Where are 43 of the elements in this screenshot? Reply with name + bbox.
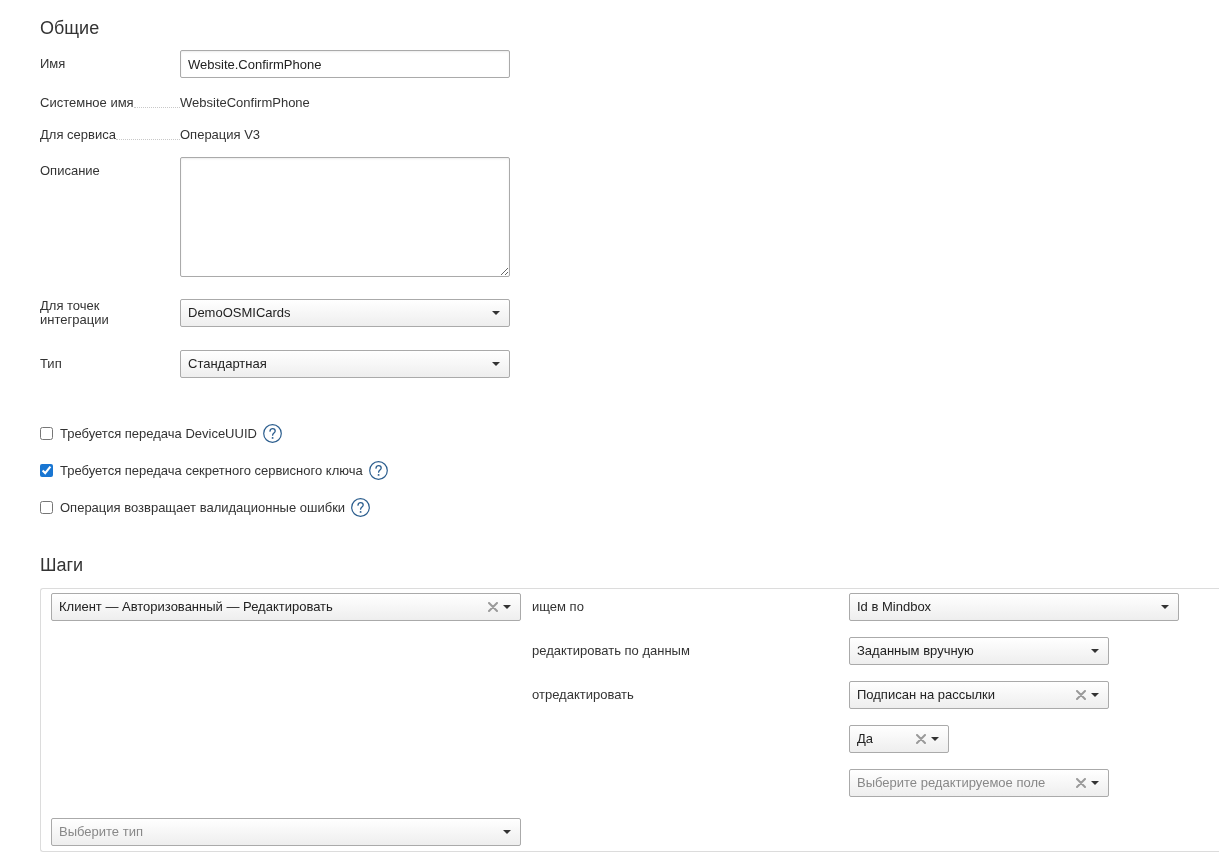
help-icon[interactable] [351, 498, 371, 517]
caret-icon[interactable] [492, 311, 500, 315]
field-label: Для сервиса [40, 126, 116, 144]
field-value: WebsiteConfirmPhone [180, 94, 310, 112]
section-heading: Шаги [40, 554, 84, 576]
caret-icon[interactable] [503, 830, 511, 834]
caret-icon[interactable] [503, 605, 511, 609]
clear-icon[interactable] [1076, 690, 1086, 700]
param-label: ищем по [532, 598, 585, 616]
dropdown[interactable]: Подписан на рассылки [849, 681, 1109, 709]
param-label: отредактировать [532, 686, 635, 704]
field-label: Системное имя [40, 94, 134, 112]
caret-icon[interactable] [1091, 781, 1099, 785]
field-label: Описание [40, 162, 100, 180]
checkbox[interactable] [40, 464, 53, 477]
caret-icon[interactable] [931, 737, 939, 741]
checkbox-label[interactable]: Требуется передача DeviceUUID [60, 423, 257, 444]
field-label: Имя [40, 57, 66, 71]
dropdown[interactable]: DemoOSMICards [180, 299, 510, 327]
help-icon[interactable] [262, 424, 282, 443]
caret-icon[interactable] [492, 362, 500, 366]
checkbox-label[interactable]: Операция возвращает валидационные ошибки [60, 497, 346, 518]
dropdown[interactable]: Id в Mindbox [849, 593, 1179, 621]
dropdown[interactable]: Заданным вручную [849, 637, 1109, 665]
caret-icon[interactable] [1161, 605, 1169, 609]
checkbox-label[interactable]: Требуется передача секретного сервисного ключа [60, 460, 363, 481]
section-heading: Общие [40, 17, 100, 39]
help-icon[interactable] [368, 461, 388, 480]
clear-icon[interactable] [488, 602, 498, 612]
dropdown[interactable]: Да [849, 725, 949, 753]
checkbox[interactable] [40, 427, 53, 440]
caret-icon[interactable] [1091, 649, 1099, 653]
clear-icon[interactable] [1076, 778, 1086, 788]
caret-icon[interactable] [1091, 693, 1099, 697]
field-label: Для точек интеграции [40, 299, 110, 327]
name-input[interactable]: Website.ConfirmPhone [180, 50, 510, 78]
field-value: Операция V3 [180, 126, 261, 144]
clear-icon[interactable] [916, 734, 926, 744]
param-label: редактировать по данным [532, 642, 691, 660]
step-type-dropdown[interactable]: Клиент — Авторизованный — Редактировать [51, 593, 521, 621]
dropdown[interactable]: Стандартная [180, 350, 510, 378]
field-label: Тип [40, 357, 62, 371]
checkbox[interactable] [40, 501, 53, 514]
